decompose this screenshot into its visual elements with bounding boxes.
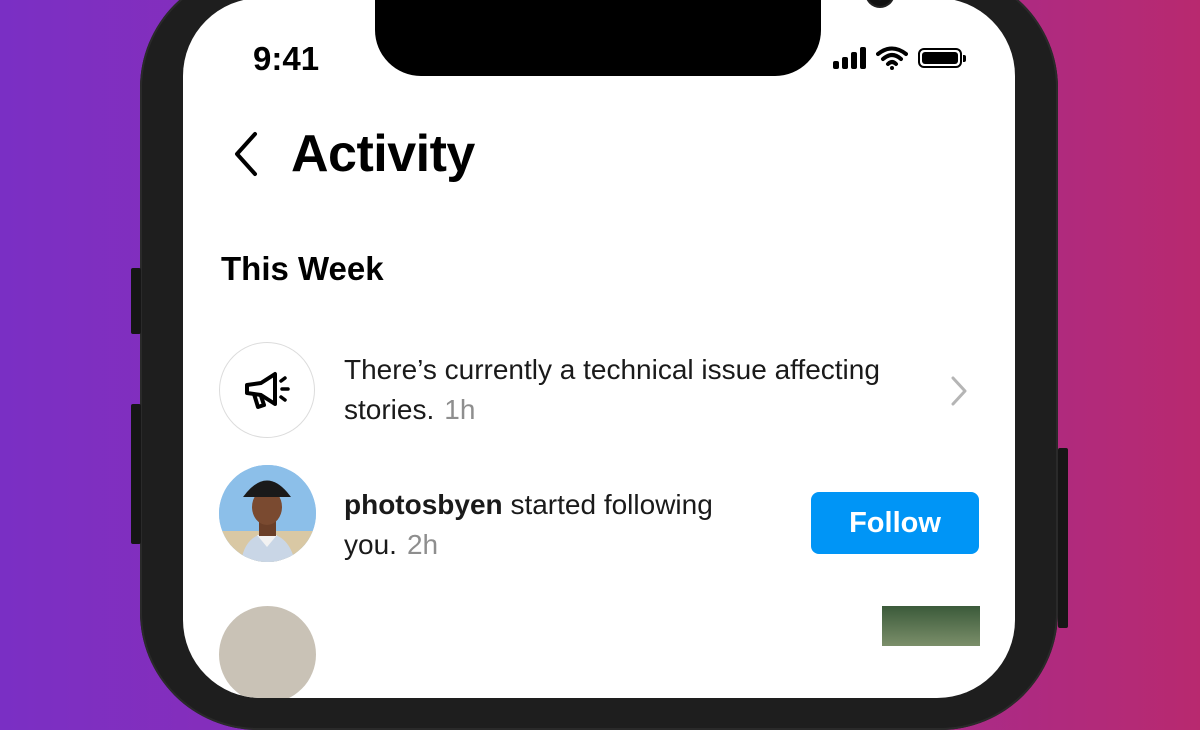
notification-text: There’s currently a technical issue affe… [344,350,884,430]
section-heading-this-week: This Week [221,250,384,287]
page-title: Activity [291,125,475,183]
header: Activity [227,124,475,184]
phone-side-button [1058,448,1068,628]
status-icons [833,46,966,70]
avatar[interactable] [219,465,316,562]
phone-side-button [131,268,141,334]
back-chevron-icon[interactable] [227,128,263,180]
status-time: 9:41 [253,40,320,77]
notification-message: There’s currently a technical issue affe… [344,354,880,425]
phone-screen: 9:41 Activity This Week There’s currentl… [183,0,1015,698]
avatar[interactable] [219,606,316,698]
notification-time: 1h [444,394,476,425]
username-link[interactable]: photosbyen [344,489,503,520]
notification-time: 2h [406,529,439,560]
chevron-right-icon [951,376,967,406]
cellular-signal-icon [833,47,866,69]
announcement-icon-circle [219,342,315,438]
wifi-icon [876,46,908,70]
profile-photo [219,465,316,562]
notch [375,0,895,76]
battery-icon [918,48,966,68]
post-thumbnail[interactable] [882,606,980,646]
follow-button[interactable]: Follow [811,492,979,554]
front-camera [865,0,895,8]
notification-text: photosbyen started following you. 2h [344,485,784,565]
phone-side-button [131,404,141,544]
megaphone-icon [245,372,290,409]
